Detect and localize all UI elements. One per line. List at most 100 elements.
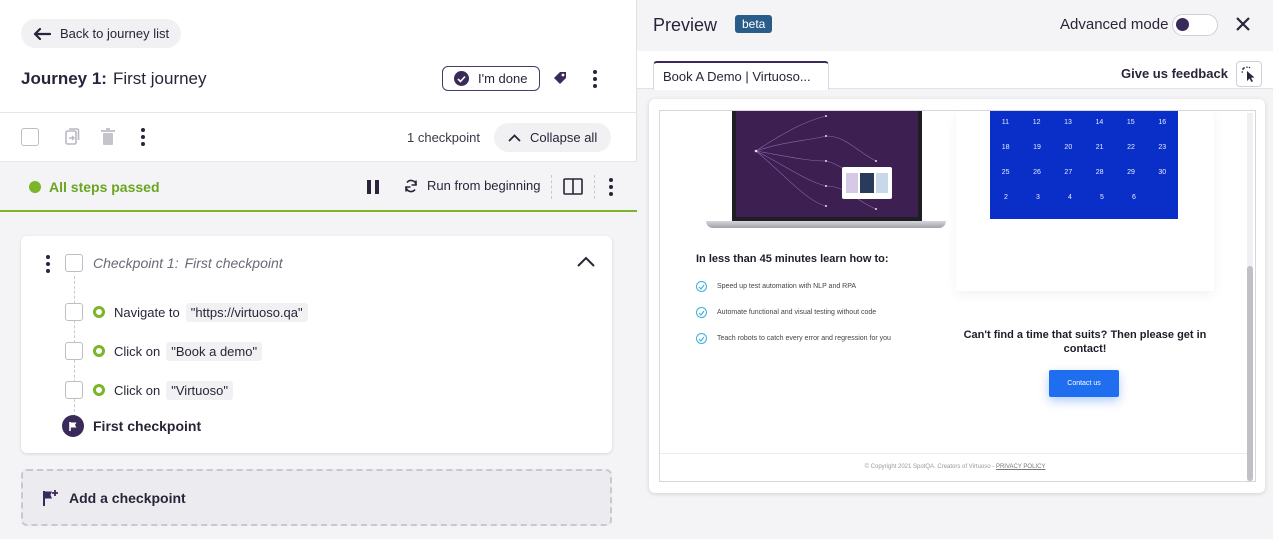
checkpoint-name: First checkpoint xyxy=(184,255,283,271)
split-view-icon[interactable] xyxy=(563,178,583,195)
step-passed-icon xyxy=(93,384,105,396)
collapse-label: Collapse all xyxy=(530,130,598,145)
step-target: "Book a demo" xyxy=(166,341,263,361)
page-viewport[interactable]: 11 12 13 14 15 16 18 19 20 21 22 23 25 2… xyxy=(659,110,1256,482)
chevron-up-icon[interactable] xyxy=(577,256,595,267)
status-bar: All steps passed Run from beginning xyxy=(0,162,637,212)
contact-us-button[interactable]: Contact us xyxy=(1049,370,1119,397)
step-target: "Virtuoso" xyxy=(166,380,233,400)
cant-find-heading: Can't find a time that suits? Then pleas… xyxy=(963,329,1207,355)
learn-item: Speed up test automation with NLP and RP… xyxy=(696,281,856,292)
flag-icon xyxy=(62,415,84,437)
learn-item-text: Speed up test automation with NLP and RP… xyxy=(717,283,857,290)
calendar-day[interactable]: 3 xyxy=(1036,194,1040,201)
add-checkpoint-label: Add a checkpoint xyxy=(69,489,186,506)
separator xyxy=(551,175,552,199)
chevron-up-icon xyxy=(508,133,521,142)
calendar-day[interactable]: 25 xyxy=(1002,169,1010,176)
calendar-day[interactable]: 16 xyxy=(1158,119,1166,126)
checkpoint-menu-kebab-icon[interactable] xyxy=(43,253,53,275)
checkpoint-prefix: Checkpoint 1: xyxy=(93,255,179,271)
learn-item-text: Automate functional and visual testing w… xyxy=(717,309,877,316)
advanced-mode-label: Advanced mode xyxy=(1060,16,1169,33)
calendar-day[interactable]: 22 xyxy=(1127,144,1135,151)
privacy-policy-link[interactable]: PRIVACY POLICY xyxy=(996,464,1045,470)
calendar-day[interactable]: 6 xyxy=(1132,194,1136,201)
graph-illustration xyxy=(754,115,877,210)
step-target: "https://virtuoso.qa" xyxy=(185,302,308,322)
calendar-day[interactable]: 27 xyxy=(1064,169,1072,176)
calendar-day[interactable]: 23 xyxy=(1158,144,1166,151)
calendar-day[interactable]: 30 xyxy=(1158,169,1166,176)
preview-header: Preview beta Advanced mode xyxy=(637,0,1273,51)
check-circle-icon xyxy=(696,281,707,292)
add-flag-icon xyxy=(43,489,58,506)
calendar-day[interactable]: 19 xyxy=(1033,144,1041,151)
laptop-base xyxy=(706,221,946,228)
calendar-day[interactable]: 29 xyxy=(1127,169,1135,176)
checkpoint-card: Checkpoint 1: First checkpoint Navigate t… xyxy=(21,236,612,453)
calendar-day[interactable]: 13 xyxy=(1064,119,1072,126)
trash-icon[interactable] xyxy=(100,128,116,146)
calendar-day[interactable]: 11 xyxy=(1002,119,1009,126)
arrow-left-icon xyxy=(33,27,51,40)
give-feedback-link[interactable]: Give us feedback xyxy=(1121,66,1228,81)
advanced-mode-toggle[interactable] xyxy=(1172,14,1218,36)
calendar-day[interactable]: 4 xyxy=(1068,194,1072,201)
copy-icon[interactable] xyxy=(64,128,80,146)
test-step[interactable]: Click on "Virtuoso" xyxy=(65,379,233,401)
calendar-day[interactable]: 2 xyxy=(1004,194,1008,201)
preview-title: Preview xyxy=(653,15,718,35)
learn-item: Teach robots to catch every error and re… xyxy=(696,333,891,344)
preview-frame: 11 12 13 14 15 16 18 19 20 21 22 23 25 2… xyxy=(649,99,1265,493)
checkpoint-title[interactable]: Checkpoint 1: First checkpoint xyxy=(93,255,289,271)
calendar-day[interactable]: 5 xyxy=(1100,194,1104,201)
journey-title[interactable]: Journey 1: First journey xyxy=(21,69,207,89)
copyright-footer: © Copyright 2021 SpotQA. Creators of Vir… xyxy=(660,464,1250,470)
collapse-all-button[interactable]: Collapse all xyxy=(494,123,612,152)
element-picker-button[interactable] xyxy=(1236,61,1262,87)
preview-panel: Preview beta Advanced mode Book A Demo |… xyxy=(637,0,1273,539)
step-checkbox[interactable] xyxy=(65,342,83,360)
journey-name: First journey xyxy=(112,69,207,88)
step-checkbox[interactable] xyxy=(65,381,83,399)
step-action: Navigate to xyxy=(114,304,180,320)
calendar-day[interactable]: 20 xyxy=(1064,144,1072,151)
test-step[interactable]: Click on "Book a demo" xyxy=(65,340,263,362)
pause-icon[interactable] xyxy=(366,179,380,195)
calendar-day[interactable]: 28 xyxy=(1096,169,1104,176)
select-all-checkbox[interactable] xyxy=(21,128,39,146)
test-step[interactable]: Navigate to "https://virtuoso.qa" xyxy=(65,301,308,323)
step-passed-icon xyxy=(93,345,105,357)
journey-panel: Back to journey list Journey 1: First jou… xyxy=(0,0,637,539)
journey-menu-kebab-icon[interactable] xyxy=(590,68,600,90)
booking-calendar[interactable]: 11 12 13 14 15 16 18 19 20 21 22 23 25 2… xyxy=(990,111,1178,219)
calendar-day[interactable]: 18 xyxy=(1002,144,1010,151)
step-passed-icon xyxy=(93,306,105,318)
calendar-day[interactable]: 26 xyxy=(1033,169,1041,176)
calendar-day[interactable]: 15 xyxy=(1127,119,1135,126)
checkpoint-end-label: First checkpoint xyxy=(93,418,202,434)
calendar-day[interactable]: 21 xyxy=(1096,144,1104,151)
calendar-day[interactable]: 12 xyxy=(1033,119,1041,126)
separator xyxy=(594,175,595,199)
im-done-button[interactable]: I'm done xyxy=(442,66,541,91)
status-text: All steps passed xyxy=(49,179,160,195)
checkpoint-checkbox[interactable] xyxy=(65,254,83,272)
step-checkbox[interactable] xyxy=(65,303,83,321)
checkpoint-end-marker: First checkpoint xyxy=(62,415,201,437)
tag-icon[interactable] xyxy=(552,70,568,86)
copyright-text: © Copyright 2021 SpotQA. Creators of Vir… xyxy=(864,464,995,470)
check-circle-icon xyxy=(696,307,707,318)
run-menu-kebab-icon[interactable] xyxy=(606,176,616,198)
bulk-actions-kebab-icon[interactable] xyxy=(138,126,148,148)
add-checkpoint-button[interactable]: Add a checkpoint xyxy=(21,469,612,526)
tab-book-a-demo[interactable]: Book A Demo | Virtuoso... xyxy=(653,61,829,90)
preview-scrollbar[interactable] xyxy=(1247,113,1253,481)
learn-item: Automate functional and visual testing w… xyxy=(696,307,876,318)
back-to-journey-list-button[interactable]: Back to journey list xyxy=(21,19,182,48)
close-icon[interactable] xyxy=(1236,17,1250,31)
run-from-beginning-button[interactable]: Run from beginning xyxy=(404,178,540,193)
calendar-day[interactable]: 14 xyxy=(1096,119,1104,126)
back-button-label: Back to journey list xyxy=(60,26,170,41)
